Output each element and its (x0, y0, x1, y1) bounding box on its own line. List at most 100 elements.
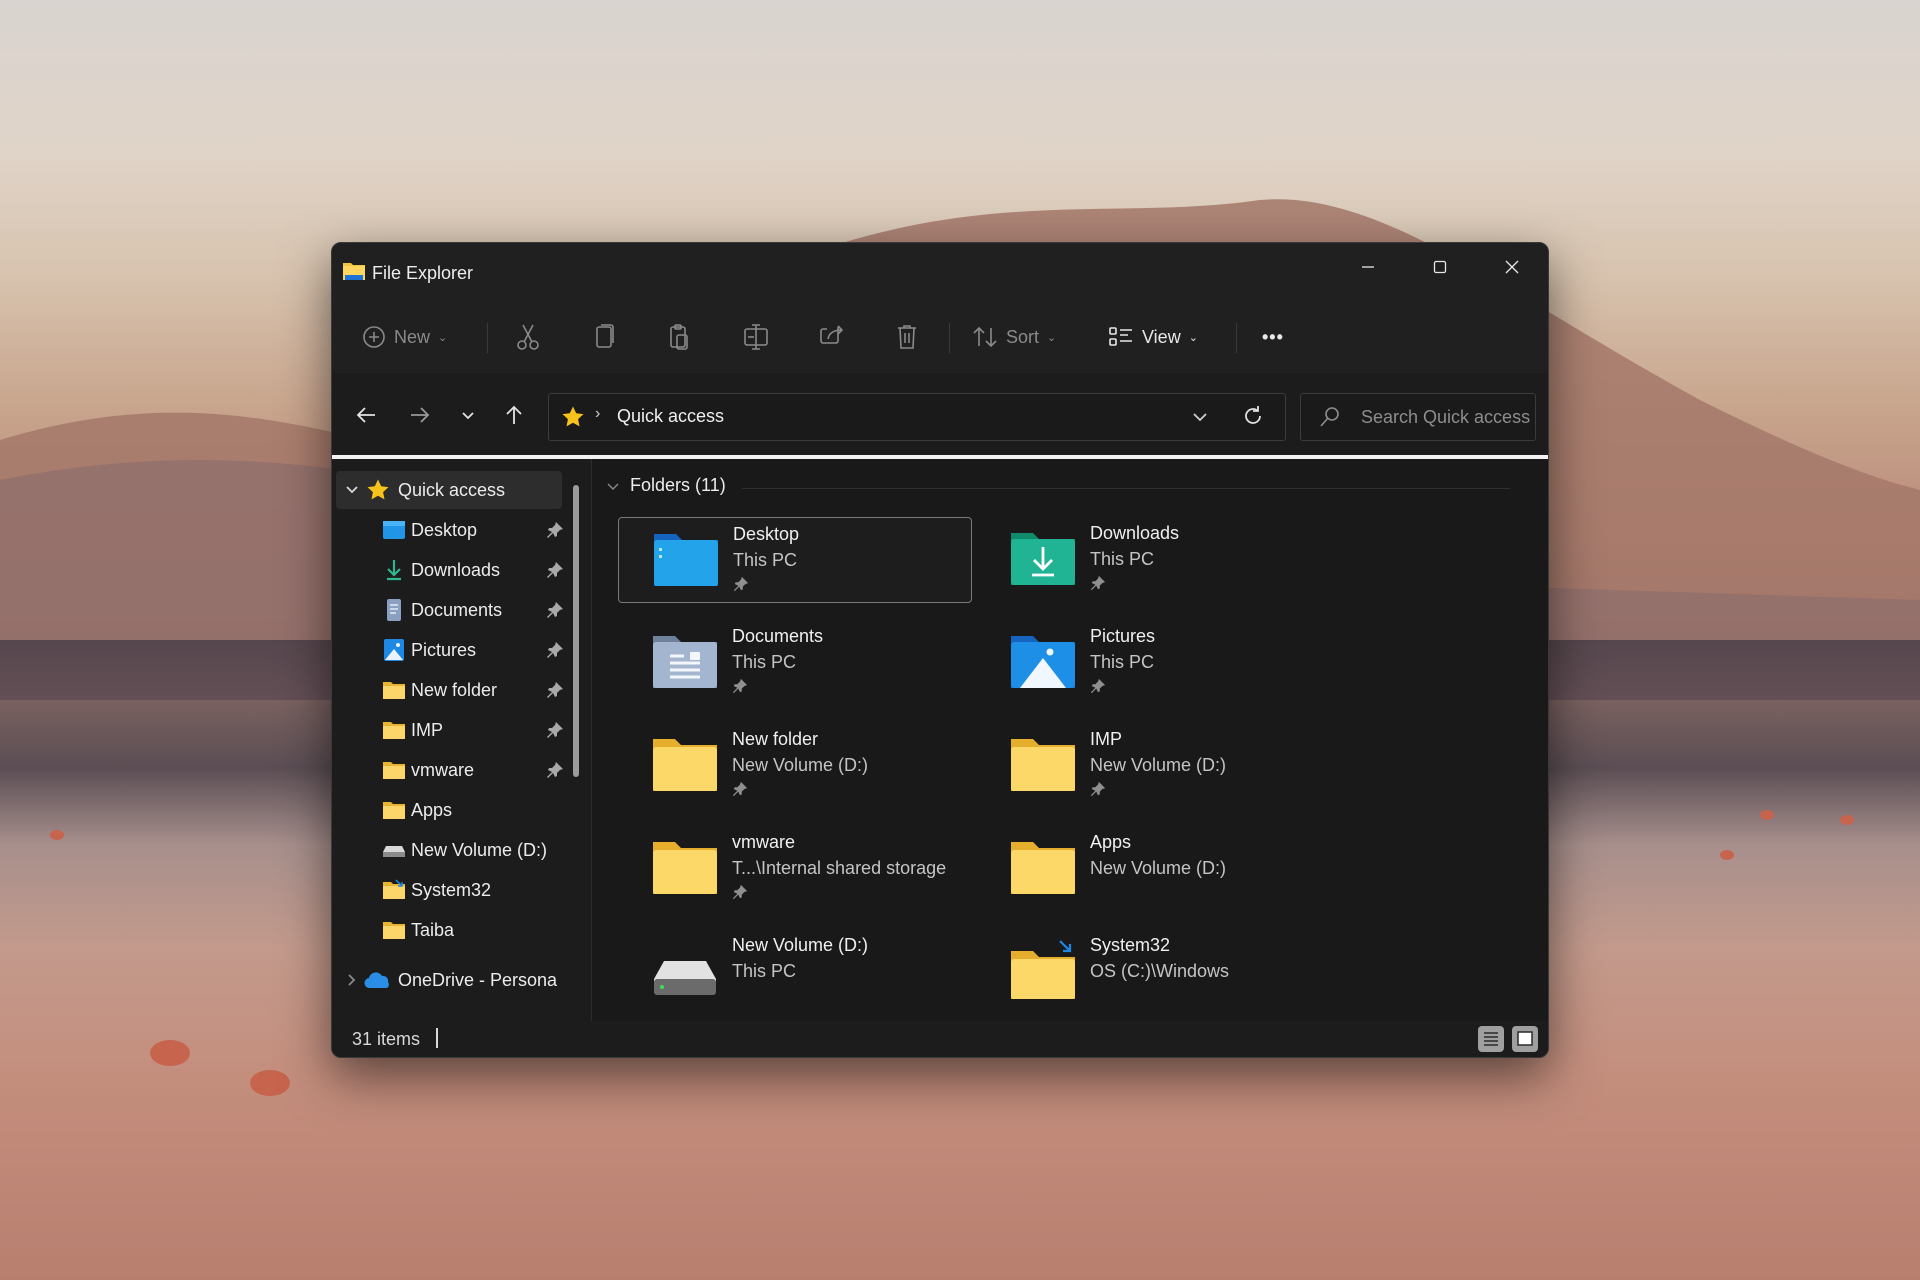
nav-item-downloads[interactable]: Downloads (336, 551, 564, 589)
refresh-button[interactable] (1232, 395, 1274, 437)
nav-scrollbar[interactable] (573, 485, 579, 777)
folder-name: New Volume (D:) (732, 935, 869, 955)
wallpaper-flamingo (50, 830, 64, 840)
search-box[interactable]: Search Quick access (1300, 393, 1536, 441)
nav-item-onedrive[interactable]: OneDrive - Persona (336, 961, 562, 999)
folder-icon (653, 842, 717, 894)
maximize-button[interactable] (1404, 243, 1476, 291)
title-bar[interactable]: File Explorer (332, 243, 1548, 301)
delete-button[interactable] (895, 317, 919, 357)
up-button[interactable] (496, 397, 532, 433)
nav-item-vmware[interactable]: vmware (336, 751, 564, 789)
view-button[interactable]: View ⌄ (1108, 317, 1198, 357)
folder-tile-pictures[interactable]: Pictures This PC (976, 620, 1328, 704)
folder-tile-apps[interactable]: Apps New Volume (D:) (976, 826, 1328, 910)
breadcrumb-separator-icon: › (595, 405, 601, 422)
nav-item-new-folder[interactable]: New folder (336, 671, 564, 709)
pin-icon[interactable] (546, 521, 564, 539)
folder-tile-desktop[interactable]: Desktop This PC (618, 517, 972, 603)
recent-locations-button[interactable] (450, 397, 486, 433)
cut-button[interactable] (516, 317, 540, 357)
wallpaper-flamingo (1720, 850, 1734, 860)
pin-icon[interactable] (546, 721, 564, 739)
share-button[interactable] (818, 317, 846, 357)
forward-button[interactable] (402, 397, 438, 433)
more-options-button[interactable]: ••• (1262, 317, 1284, 357)
back-button[interactable] (348, 397, 384, 433)
star-icon (562, 406, 584, 427)
folder-name: New folder (732, 729, 819, 749)
new-icon (363, 326, 385, 348)
pin-icon (733, 576, 749, 592)
pin-icon[interactable] (546, 601, 564, 619)
nav-item-imp[interactable]: IMP (336, 711, 564, 749)
folder-tile-system32[interactable]: System32 OS (C:)\Windows (976, 929, 1328, 1013)
pin-icon (732, 884, 748, 900)
search-input[interactable]: Search Quick access (1361, 407, 1530, 428)
nav-label: New folder (411, 680, 498, 700)
close-button[interactable] (1476, 243, 1548, 291)
folder-tile-new-volume-d[interactable]: New Volume (D:) This PC (618, 929, 970, 1013)
details-view-button[interactable] (1478, 1026, 1504, 1052)
minimize-button[interactable] (1332, 243, 1404, 291)
new-button[interactable]: New ⌄ (362, 317, 447, 357)
nav-item-desktop[interactable]: Desktop (336, 511, 564, 549)
toolbar-divider (949, 323, 950, 353)
folder-name: Documents (732, 626, 824, 646)
breadcrumb-quick-access[interactable]: Quick access (617, 406, 724, 427)
folder-name: Downloads (1090, 523, 1180, 543)
folder-icon (383, 682, 405, 699)
file-explorer-app-icon (343, 263, 365, 280)
nav-label: Apps (411, 800, 453, 820)
copy-button[interactable] (592, 317, 616, 357)
documents-folder-icon (653, 636, 717, 688)
nav-item-new-volume-d[interactable]: New Volume (D:) (336, 831, 562, 869)
large-icons-view-button[interactable] (1512, 1026, 1538, 1052)
folder-location: T...\Internal shared storage (732, 858, 947, 878)
nav-item-system32[interactable]: System32 (336, 871, 562, 909)
folder-name: vmware (732, 832, 796, 852)
folder-tile-documents[interactable]: Documents This PC (618, 620, 970, 704)
copy-icon (596, 324, 614, 348)
folder-tile-downloads[interactable]: Downloads This PC (976, 517, 1328, 601)
pin-icon[interactable] (546, 761, 564, 779)
pin-icon[interactable] (546, 681, 564, 699)
pin-icon (1090, 575, 1106, 591)
nav-item-pictures[interactable]: Pictures (336, 631, 564, 669)
new-label: New (394, 326, 431, 347)
pictures-folder-icon (1011, 636, 1075, 688)
documents-icon (387, 599, 401, 621)
address-bar[interactable]: › Quick access (548, 393, 1286, 441)
folders-group-header[interactable]: Folders (11) (606, 475, 726, 496)
status-bar: 31 items (332, 1021, 1548, 1057)
folder-location: This PC (732, 961, 797, 981)
pin-icon[interactable] (546, 641, 564, 659)
nav-item-quick-access[interactable]: Quick access (336, 471, 562, 509)
address-history-chevron-icon[interactable] (1187, 404, 1213, 430)
folder-tile-new-folder[interactable]: New folder New Volume (D:) (618, 723, 970, 807)
pin-icon[interactable] (546, 561, 564, 579)
nav-item-apps[interactable]: Apps (336, 791, 562, 829)
nav-item-documents[interactable]: Documents (336, 591, 564, 629)
sort-button[interactable]: Sort ⌄ (972, 317, 1056, 357)
folder-icon (653, 739, 717, 791)
delete-icon (898, 325, 916, 349)
group-label: Folders (11) (630, 475, 726, 495)
folder-name: Desktop (733, 524, 800, 544)
arrow-left-icon (356, 407, 375, 423)
folder-tile-imp[interactable]: IMP New Volume (D:) (976, 723, 1328, 807)
paste-button[interactable] (667, 317, 691, 357)
pin-icon (1090, 781, 1106, 797)
nav-item-taiba[interactable]: Taiba (336, 911, 562, 949)
folder-name: System32 (1090, 935, 1171, 955)
nav-label: Downloads (411, 560, 501, 580)
chevron-down-icon: ⌄ (438, 331, 448, 344)
sort-label: Sort (1006, 326, 1040, 347)
rename-button[interactable] (742, 317, 770, 357)
nav-label: Pictures (411, 640, 477, 660)
chevron-right-icon[interactable] (344, 973, 358, 987)
drive-icon (383, 846, 405, 857)
folder-tile-vmware[interactable]: vmware T...\Internal shared storage (618, 826, 970, 910)
folder-name: IMP (1090, 729, 1123, 749)
chevron-down-icon[interactable] (344, 483, 360, 497)
